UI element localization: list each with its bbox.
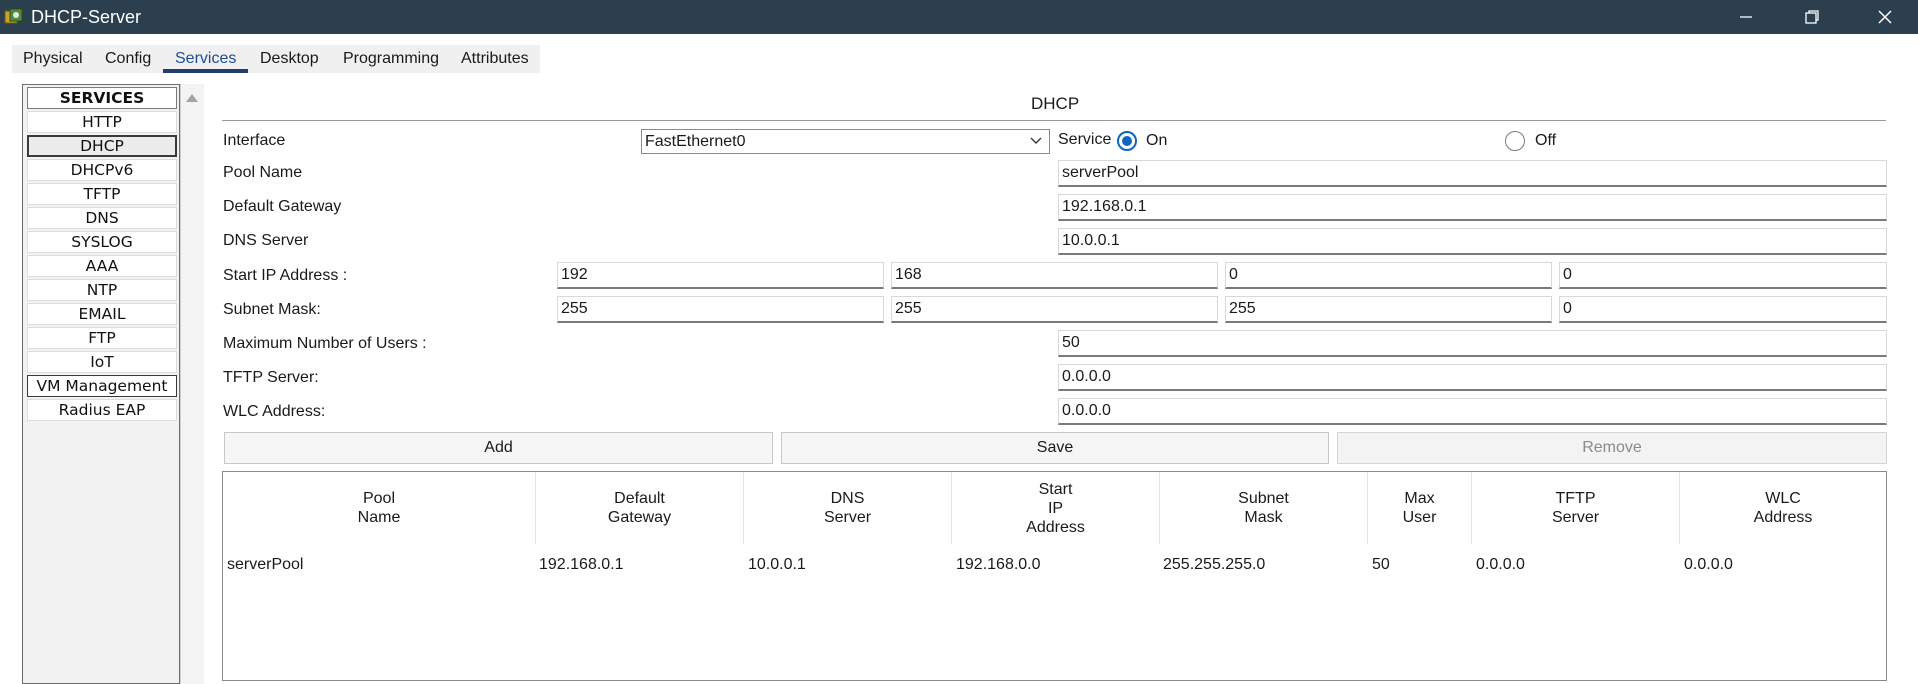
sidebar-item-tftp[interactable]: TFTP bbox=[27, 183, 177, 205]
tab-programming[interactable]: Programming bbox=[343, 50, 439, 68]
start-ip-octet-4[interactable]: 0 bbox=[1559, 262, 1887, 289]
sidebar-item-radius-eap[interactable]: Radius EAP bbox=[27, 399, 177, 421]
interface-select[interactable]: FastEthernet0 bbox=[641, 129, 1050, 154]
tftp-server-label: TFTP Server: bbox=[223, 369, 319, 386]
cell-pool-name: serverPool bbox=[227, 556, 304, 573]
wlc-address-field[interactable]: 0.0.0.0 bbox=[1058, 398, 1887, 425]
remove-button[interactable]: Remove bbox=[1337, 432, 1887, 464]
minimize-button[interactable] bbox=[1716, 0, 1776, 34]
column-header-tftp-server[interactable]: TFTP Server bbox=[1472, 472, 1680, 544]
sidebar-scrollbar[interactable] bbox=[180, 84, 204, 684]
subnet-mask-octet-2[interactable]: 255 bbox=[891, 296, 1218, 323]
column-header-pool-name[interactable]: Pool Name bbox=[223, 472, 536, 544]
default-gateway-field[interactable]: 192.168.0.1 bbox=[1058, 194, 1887, 221]
sidebar-item-iot[interactable]: IoT bbox=[27, 351, 177, 373]
panel-title: DHCP bbox=[1031, 94, 1080, 113]
tab-desktop[interactable]: Desktop bbox=[260, 50, 319, 68]
default-gateway-label: Default Gateway bbox=[223, 198, 342, 215]
subnet-mask-label: Subnet Mask: bbox=[223, 301, 321, 318]
service-on-label: On bbox=[1146, 132, 1168, 149]
close-button[interactable] bbox=[1855, 0, 1915, 34]
start-ip-octet-2[interactable]: 168 bbox=[891, 262, 1218, 289]
tftp-server-field[interactable]: 0.0.0.0 bbox=[1058, 364, 1887, 391]
wlc-address-label: WLC Address: bbox=[223, 403, 326, 420]
sidebar-item-syslog[interactable]: SYSLOG bbox=[27, 231, 177, 253]
column-header-dns-server[interactable]: DNS Server bbox=[744, 472, 952, 544]
chevron-down-icon bbox=[1030, 137, 1042, 144]
window-title: DHCP-Server bbox=[31, 7, 142, 27]
tab-physical[interactable]: Physical bbox=[23, 50, 83, 68]
max-users-label: Maximum Number of Users : bbox=[223, 335, 427, 352]
active-tab-indicator bbox=[163, 69, 248, 73]
maximize-icon bbox=[1805, 10, 1819, 24]
minimize-icon bbox=[1740, 16, 1752, 18]
packet-tracer-icon bbox=[4, 8, 24, 26]
sidebar-item-vm-management[interactable]: VM Management bbox=[27, 375, 177, 397]
service-label: Service bbox=[1058, 131, 1112, 148]
interface-select-value: FastEthernet0 bbox=[645, 133, 746, 150]
dns-server-label: DNS Server bbox=[223, 232, 309, 249]
tab-services[interactable]: Services bbox=[175, 50, 236, 68]
max-users-field[interactable]: 50 bbox=[1058, 330, 1887, 357]
sidebar-item-ntp[interactable]: NTP bbox=[27, 279, 177, 301]
sidebar-item-dhcpv6[interactable]: DHCPv6 bbox=[27, 159, 177, 181]
restore-button[interactable] bbox=[1782, 0, 1842, 34]
service-on-radio[interactable] bbox=[1117, 131, 1137, 151]
tab-attributes[interactable]: Attributes bbox=[461, 50, 529, 68]
column-header-max-user[interactable]: Max User bbox=[1368, 472, 1472, 544]
cell-tftp-server: 0.0.0.0 bbox=[1476, 556, 1525, 573]
sidebar-item-ftp[interactable]: FTP bbox=[27, 327, 177, 349]
column-header-default-gateway[interactable]: Default Gateway bbox=[536, 472, 744, 544]
close-icon bbox=[1878, 10, 1892, 24]
cell-default-gateway: 192.168.0.1 bbox=[539, 556, 624, 573]
service-off-radio[interactable] bbox=[1505, 131, 1525, 151]
start-ip-octet-3[interactable]: 0 bbox=[1225, 262, 1552, 289]
subnet-mask-octet-1[interactable]: 255 bbox=[557, 296, 884, 323]
tab-config[interactable]: Config bbox=[105, 50, 151, 68]
save-button[interactable]: Save bbox=[781, 432, 1329, 464]
cell-subnet-mask: 255.255.255.0 bbox=[1163, 556, 1266, 573]
scroll-up-arrow-icon[interactable] bbox=[186, 94, 198, 102]
sidebar-item-dhcp[interactable]: DHCP bbox=[27, 135, 177, 157]
window-titlebar: DHCP-Server bbox=[0, 0, 1918, 34]
column-header-subnet-mask[interactable]: Subnet Mask bbox=[1160, 472, 1368, 544]
pool-name-label: Pool Name bbox=[223, 164, 303, 181]
subnet-mask-octet-4[interactable]: 0 bbox=[1559, 296, 1887, 323]
cell-wlc-address: 0.0.0.0 bbox=[1684, 556, 1733, 573]
cell-start-ip: 192.168.0.0 bbox=[956, 556, 1041, 573]
sidebar-item-aaa[interactable]: AAA bbox=[27, 255, 177, 277]
add-button[interactable]: Add bbox=[224, 432, 773, 464]
column-header-wlc-address[interactable]: WLC Address bbox=[1680, 472, 1886, 544]
sidebar-header: SERVICES bbox=[27, 87, 177, 109]
cell-dns-server: 10.0.0.1 bbox=[748, 556, 806, 573]
interface-label: Interface bbox=[223, 132, 286, 149]
title-divider bbox=[222, 120, 1886, 121]
sidebar-item-dns[interactable]: DNS bbox=[27, 207, 177, 229]
column-header-start-ip-address[interactable]: Start IP Address bbox=[952, 472, 1160, 544]
subnet-mask-octet-3[interactable]: 255 bbox=[1225, 296, 1552, 323]
cell-max-user: 50 bbox=[1372, 556, 1390, 573]
pool-name-field[interactable]: serverPool bbox=[1058, 160, 1887, 187]
start-ip-label: Start IP Address : bbox=[223, 267, 348, 284]
sidebar-item-http[interactable]: HTTP bbox=[27, 111, 177, 133]
sidebar-item-email[interactable]: EMAIL bbox=[27, 303, 177, 325]
dns-server-field[interactable]: 10.0.0.1 bbox=[1058, 228, 1887, 255]
start-ip-octet-1[interactable]: 192 bbox=[557, 262, 884, 289]
service-off-label: Off bbox=[1535, 132, 1557, 149]
